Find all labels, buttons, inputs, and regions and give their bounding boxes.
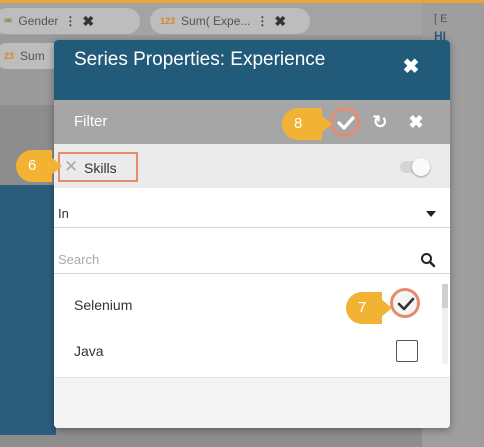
field-row: ✕ Skills [54, 144, 450, 188]
field-tabs-bar: ⚮ Gender ⋮ ✖ 123 Sum( Expe... ⋮ ✖ [0, 3, 484, 35]
operator-value: In [58, 206, 69, 221]
close-icon[interactable]: ✖ [82, 13, 94, 30]
checkbox-unchecked[interactable] [396, 340, 418, 362]
chevron-down-icon [426, 211, 436, 217]
step-callout-7: 7 [346, 292, 392, 324]
callout-pointer [320, 114, 332, 134]
callout-pointer [50, 156, 62, 176]
dialog-title: Series Properties: Experience [74, 49, 326, 70]
field-chip: ✕ Skills [58, 152, 138, 182]
refresh-icon[interactable]: ↻ [368, 110, 392, 134]
step-callout-8: 8 [282, 108, 332, 140]
dialog-header: Series Properties: Experience ✖ [54, 40, 450, 100]
field-name: Skills [84, 160, 117, 176]
search-box [54, 244, 450, 274]
apply-filter-button[interactable] [330, 107, 360, 137]
filter-label: Filter [74, 113, 108, 130]
chart-bar-background [0, 185, 56, 435]
search-icon[interactable] [420, 252, 436, 268]
tab-gender-label: Gender [18, 14, 59, 28]
filter-bar: Filter ↻ ✖ [54, 100, 450, 144]
number-type-icon: 123 [160, 16, 176, 26]
step-callout-6: 6 [16, 150, 62, 182]
drag-handle-icon[interactable]: ⋮ [256, 14, 268, 28]
drag-handle-icon[interactable]: ⋮ [64, 14, 76, 28]
tab-gender[interactable]: ⚮ Gender ⋮ ✖ [0, 8, 140, 34]
series-properties-dialog: Series Properties: Experience ✖ Filter ↻… [54, 40, 450, 428]
close-icon[interactable]: ✖ [274, 13, 286, 30]
remove-field-icon[interactable]: ✕ [64, 158, 78, 176]
callout-pointer [380, 298, 392, 318]
checkbox-checked[interactable] [390, 288, 420, 318]
tab-sum-partial-label: Sum [20, 49, 45, 63]
tab-sum-label: Sum( Expe... [181, 14, 251, 28]
scrollbar-thumb[interactable] [442, 284, 448, 308]
close-dialog-button[interactable]: ✖ [400, 56, 422, 78]
list-item[interactable]: Java [54, 330, 442, 370]
list-item-label: Selenium [74, 297, 133, 313]
step-number: 6 [28, 157, 37, 174]
step-number: 7 [358, 299, 367, 316]
list-footer-area [54, 377, 450, 428]
right-panel-text: [ E [434, 13, 448, 25]
number-type-icon: 23 [4, 51, 15, 61]
list-scrollbar[interactable] [442, 284, 448, 364]
text-type-icon: ⚮ [4, 15, 13, 27]
list-item-label: Java [74, 343, 104, 359]
search-input[interactable] [58, 250, 398, 268]
close-icon[interactable]: ✖ [404, 110, 428, 134]
field-toggle[interactable] [400, 158, 430, 176]
tab-sum-experience[interactable]: 123 Sum( Expe... ⋮ ✖ [150, 8, 310, 34]
check-icon [397, 297, 415, 311]
operator-select[interactable]: In [54, 198, 450, 228]
check-icon [337, 116, 355, 130]
step-number: 8 [294, 115, 303, 132]
toggle-knob [412, 158, 430, 176]
